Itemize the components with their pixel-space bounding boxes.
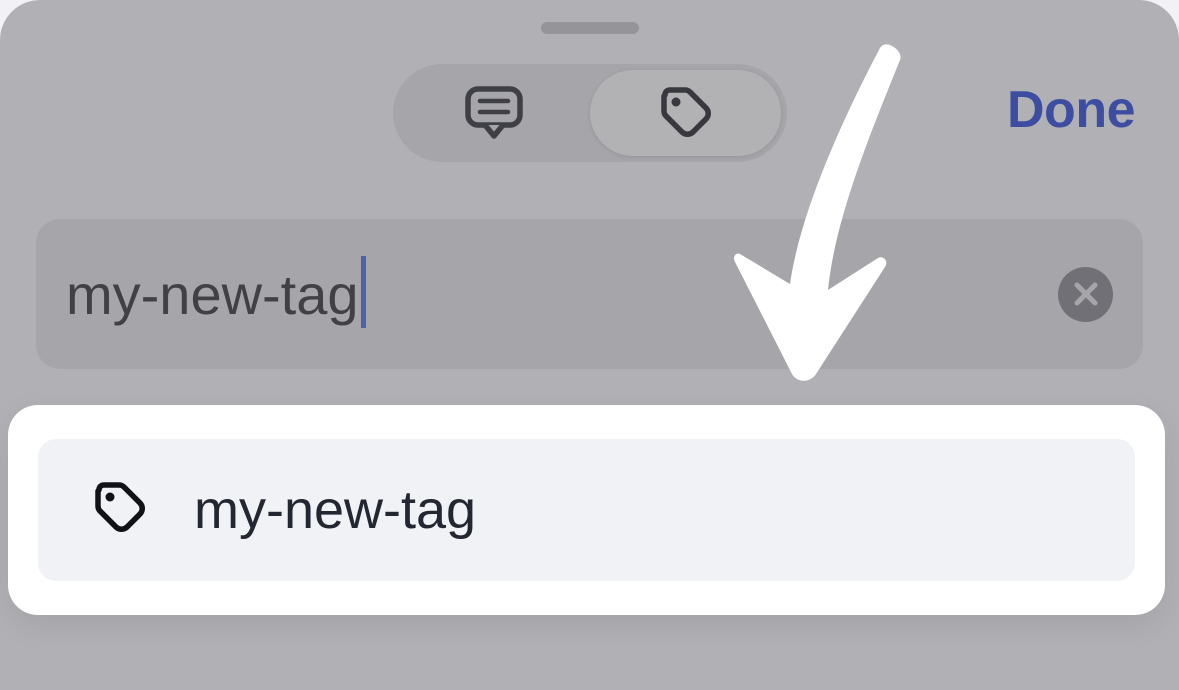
annotation-arrow [720, 44, 920, 409]
suggestion-row[interactable]: my-new-tag [38, 439, 1135, 581]
suggestion-label: my-new-tag [194, 479, 476, 541]
tag-sheet: Done my-new-tag my-new-tag [0, 0, 1179, 690]
tag-icon [90, 479, 148, 542]
suggestion-popup: my-new-tag [8, 405, 1165, 615]
